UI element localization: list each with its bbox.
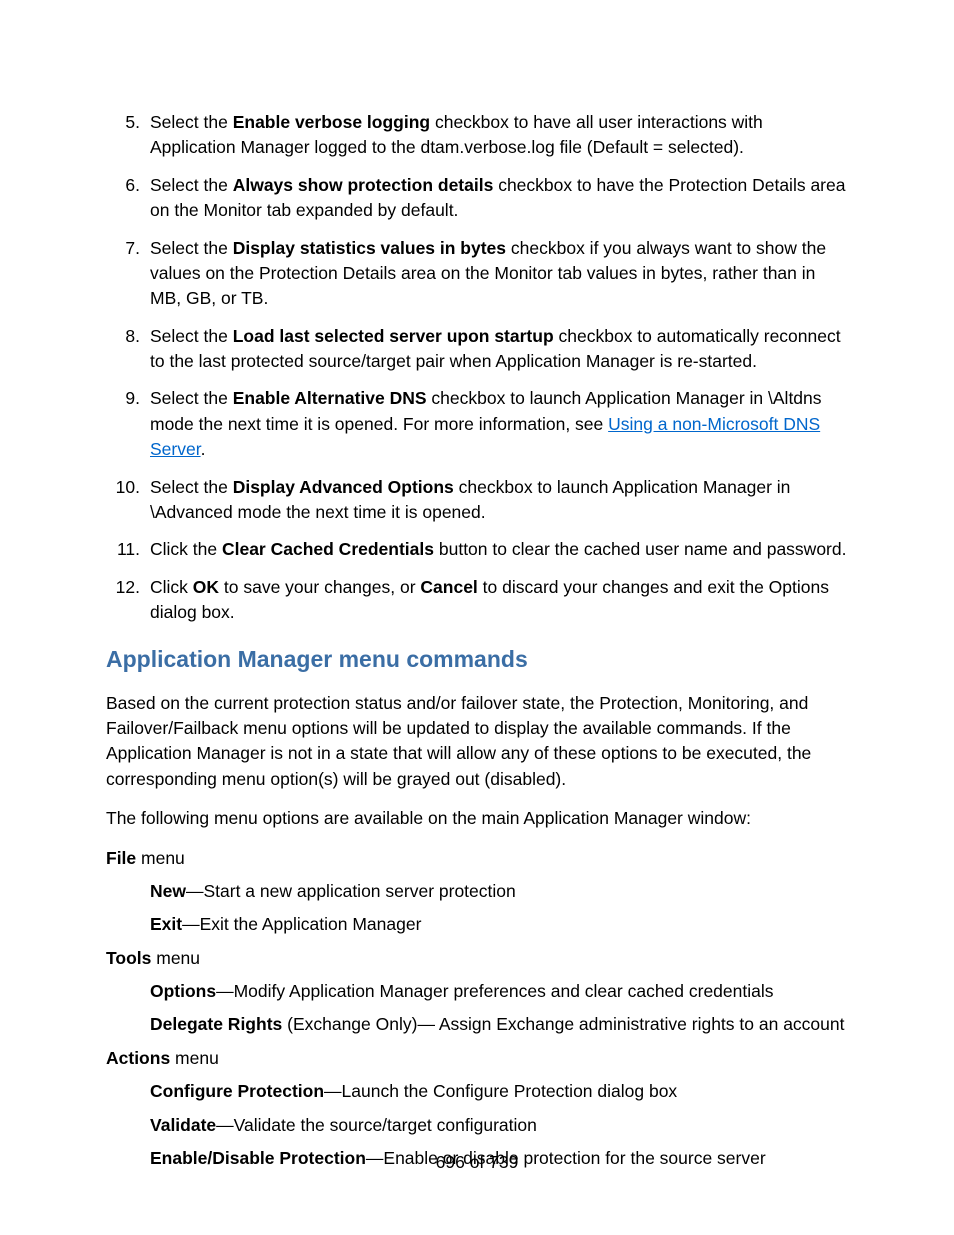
document-page: 5. Select the Enable verbose logging che… [0, 0, 954, 1235]
menu-item-options: Options—Modify Application Manager prefe… [150, 979, 848, 1004]
menu-item-delegate-rights: Delegate Rights (Exchange Only)— Assign … [150, 1012, 848, 1037]
step-9: 9. Select the Enable Alternative DNS che… [106, 386, 848, 462]
step-number: 12. [106, 575, 150, 626]
tools-menu-items: Options—Modify Application Manager prefe… [106, 979, 848, 1038]
step-number: 5. [106, 110, 150, 161]
menu-item-validate: Validate—Validate the source/target conf… [150, 1113, 848, 1138]
step-number: 7. [106, 236, 150, 312]
step-number: 8. [106, 324, 150, 375]
step-7: 7. Select the Display statistics values … [106, 236, 848, 312]
step-text: Select the Enable verbose logging checkb… [150, 110, 848, 161]
step-text: Click the Clear Cached Credentials butto… [150, 537, 848, 562]
page-footer: 696 of 739 [0, 1150, 954, 1175]
numbered-steps: 5. Select the Enable verbose logging che… [106, 110, 848, 625]
intro-paragraph-1: Based on the current protection status a… [106, 691, 848, 793]
section-heading: Application Manager menu commands [106, 643, 848, 676]
file-menu-heading: File menu [106, 846, 848, 871]
step-5: 5. Select the Enable verbose logging che… [106, 110, 848, 161]
step-text: Select the Always show protection detail… [150, 173, 848, 224]
step-6: 6. Select the Always show protection det… [106, 173, 848, 224]
step-number: 10. [106, 475, 150, 526]
tools-menu-heading: Tools menu [106, 946, 848, 971]
step-12: 12. Click OK to save your changes, or Ca… [106, 575, 848, 626]
step-number: 6. [106, 173, 150, 224]
step-text: Select the Load last selected server upo… [150, 324, 848, 375]
actions-menu-heading: Actions menu [106, 1046, 848, 1071]
menu-item-new: New—Start a new application server prote… [150, 879, 848, 904]
step-text: Click OK to save your changes, or Cancel… [150, 575, 848, 626]
file-menu-items: New—Start a new application server prote… [106, 879, 848, 938]
step-text: Select the Display statistics values in … [150, 236, 848, 312]
step-8: 8. Select the Load last selected server … [106, 324, 848, 375]
intro-paragraph-2: The following menu options are available… [106, 806, 848, 831]
step-number: 11. [106, 537, 150, 562]
step-text: Select the Display Advanced Options chec… [150, 475, 848, 526]
step-10: 10. Select the Display Advanced Options … [106, 475, 848, 526]
step-text: Select the Enable Alternative DNS checkb… [150, 386, 848, 462]
menu-item-exit: Exit—Exit the Application Manager [150, 912, 848, 937]
step-11: 11. Click the Clear Cached Credentials b… [106, 537, 848, 562]
menu-item-configure-protection: Configure Protection—Launch the Configur… [150, 1079, 848, 1104]
step-number: 9. [106, 386, 150, 462]
